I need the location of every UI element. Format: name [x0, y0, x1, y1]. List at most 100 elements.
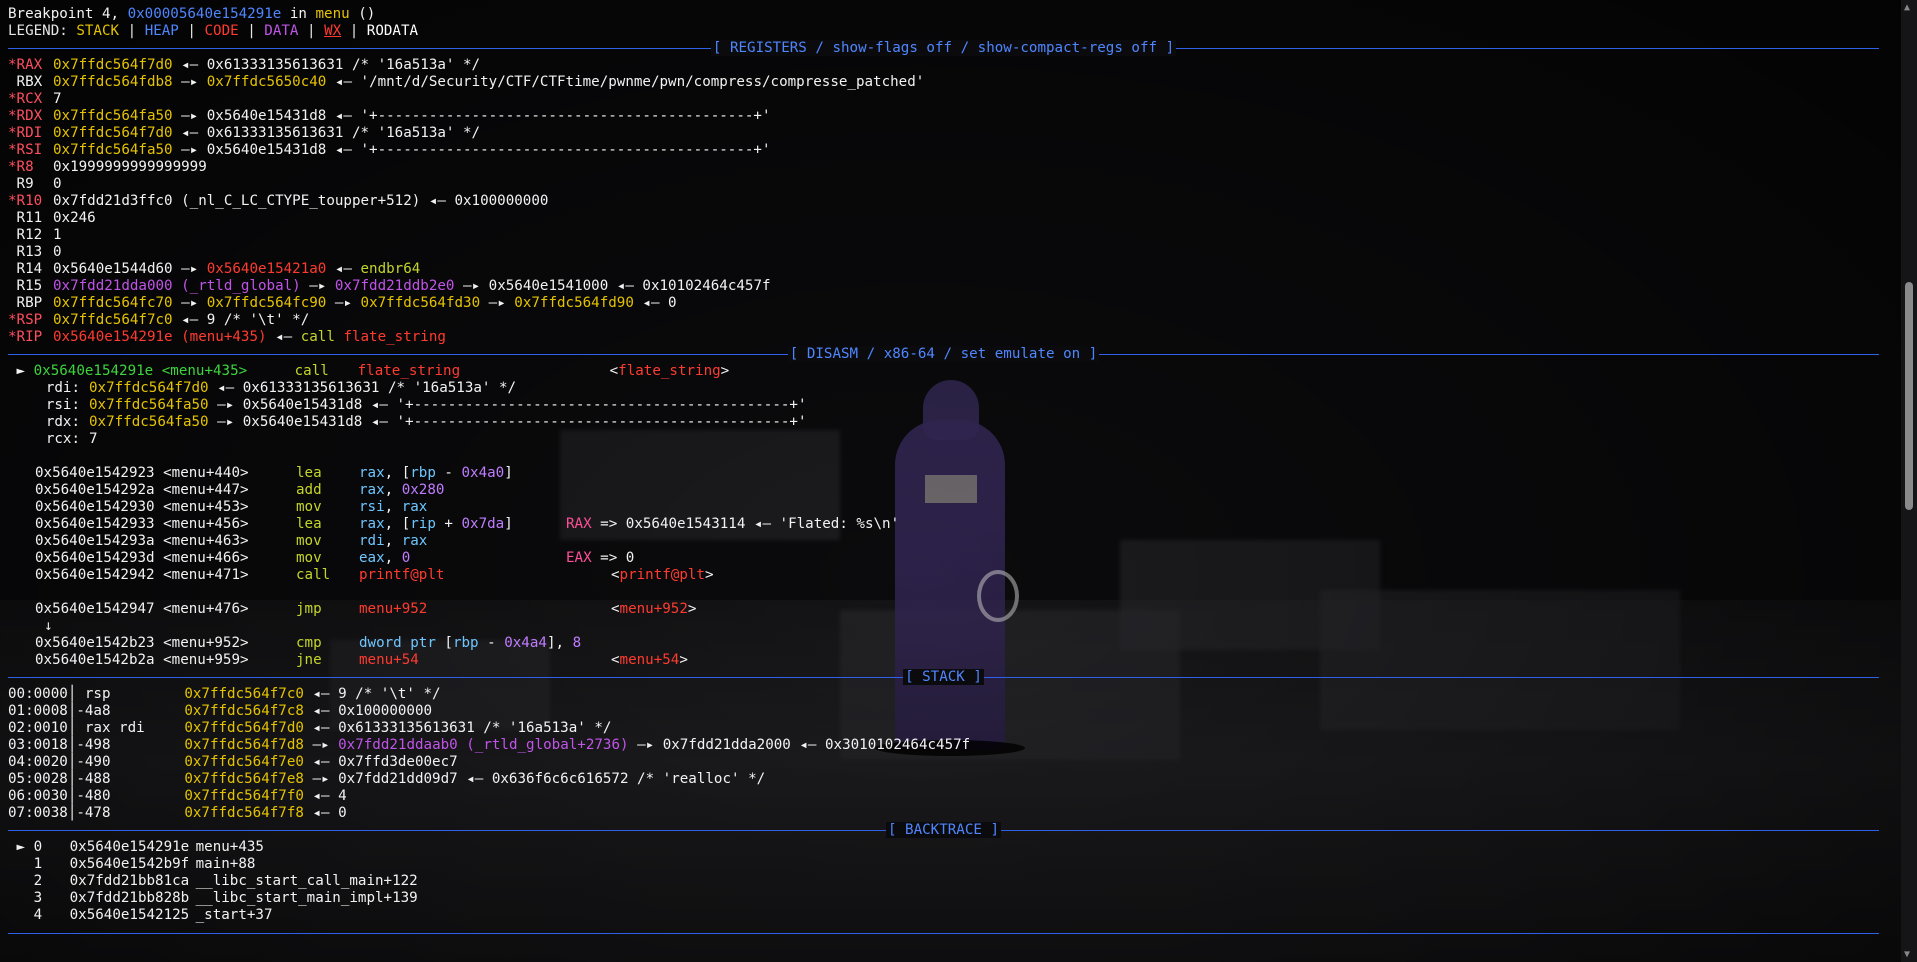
register-changed-mark [8, 227, 17, 243]
register-name: *RDX [8, 108, 53, 125]
stack-address: 0x7ffdc564f7f8 [184, 805, 304, 821]
argument-name: rsi: [45, 397, 80, 413]
value-segment: - [478, 635, 505, 651]
call-target: <printf@plt> [611, 567, 714, 583]
stack-header: [ STACK ] [8, 669, 1917, 686]
instruction-mnemonic: add [296, 482, 322, 498]
register-row-rsi: *RSI 0x7ffdc564fa50 —▸ 0x5640e15431d8 ◂— … [8, 142, 1917, 159]
backtrace-panel: ► 0 0x5640e154291e menu+435 1 0x5640e1542b9… [8, 839, 1917, 924]
legend-line: LEGEND: STACK | HEAP | CODE | DATA | WX … [8, 23, 419, 39]
scrollbar-thumb[interactable] [1905, 282, 1913, 510]
value-segment: 0x7ffdc564fd30 [360, 295, 481, 311]
value-segment: —▸ 0x7fdd21dd09d7 ◂— 0x636f6c6c616572 /*… [303, 771, 766, 787]
stack-address: 0x7ffdc564f7c8 [184, 703, 304, 719]
value-segment: 0 [53, 244, 62, 260]
register-changed-mark: * [8, 329, 17, 345]
value-segment: ] [504, 516, 513, 532]
value-segment: rax [401, 533, 428, 549]
scrollbar[interactable]: ▲ ▼ [1901, 0, 1917, 962]
value-segment: => 0x5640e1543114 ◂— 'Flated: %s\n' [591, 516, 900, 532]
value-segment: ] [504, 465, 513, 481]
register-changed-mark [8, 261, 17, 277]
frame-address: 0x7fdd21bb828b [69, 890, 190, 906]
instruction-address: 0x5640e154291e <menu+435> [33, 363, 248, 379]
disasm-header: [ DISASM / x86-64 / set emulate on ] [8, 346, 1917, 363]
register-row-r9: R9 0 [8, 176, 1917, 193]
value-segment: ◂— 0x61333135613631 /* '16a513a' */ [172, 57, 481, 73]
instruction-address: 0x5640e1542947 <menu+476> [35, 601, 249, 617]
value-segment: flate_string [343, 329, 446, 345]
register-row-rcx: *RCX 7 [8, 91, 1917, 108]
value-segment: ◂— 0x61333135613631 /* '16a513a' */ [208, 380, 517, 396]
instruction-operands: menu+952 [359, 601, 611, 618]
value-segment: 0x280 [401, 482, 445, 498]
instruction-operands: rax, [rbp - 0x4a0] [359, 465, 566, 482]
emulation-note: EAX => 0 [566, 550, 634, 566]
register-row-rsp: *RSP 0x7ffdc564f7c0 ◂— 9 /* '\t' */ [8, 312, 1917, 329]
value-segment: , [384, 550, 402, 566]
call-target-name: printf@plt [619, 567, 705, 583]
frame-number: 3 [33, 890, 43, 906]
value-segment: 0x7ffdc564fd90 [514, 295, 634, 311]
register-label: RBX [16, 74, 43, 90]
register-label: RSP [16, 312, 43, 328]
pwndbg-terminal[interactable]: Breakpoint 4, 0x00005640e154291e in menu… [8, 6, 1917, 924]
value-segment: 0 [401, 550, 411, 566]
value-segment: 0x7ffdc5650c40 [206, 74, 327, 90]
value-segment: ◂— 0 [303, 805, 347, 821]
instruction-operands: dword ptr [rbp - 0x4a4], 8 [359, 635, 581, 652]
register-changed-mark [8, 244, 17, 260]
frame-number: 0 [33, 839, 43, 855]
stack-row: 04:0020│-490 0x7ffdc564f7e0 ◂— 0x7ffd3de… [8, 754, 1917, 771]
value-segment: —▸ 0x5640e1541000 ◂— 0x10102464c457f [454, 278, 771, 294]
register-row-rax: *RAX 0x7ffdc564f7d0 ◂— 0x61333135613631 /… [8, 57, 1917, 74]
value-segment: printf@plt [359, 567, 445, 583]
value-segment: 0x7ffdc564f7d0 [53, 125, 173, 141]
frame-marker [8, 856, 34, 872]
instruction-address: 0x5640e154293d <menu+466> [35, 550, 249, 566]
stack-divider: │ [67, 788, 77, 804]
value-segment: , [ [384, 516, 411, 532]
disasm-instruction: 0x5640e154293d <menu+466> mov eax, 0 EAX =>… [8, 550, 1917, 567]
register-label: R11 [16, 210, 43, 226]
register-name: *RIP [8, 329, 53, 346]
register-name: R11 [8, 210, 53, 227]
register-changed-mark [8, 176, 17, 192]
value-segment: , [384, 482, 402, 498]
registers-header: [ REGISTERS / show-flags off / show-comp… [8, 40, 1917, 57]
call-target-name: flate_string [618, 363, 721, 379]
scroll-up-icon[interactable]: ▲ [1904, 2, 1910, 13]
register-label: RDX [16, 108, 43, 124]
register-name: RBP [8, 295, 53, 312]
register-changed-mark: * [8, 91, 17, 107]
stack-offset: -488 [76, 771, 145, 787]
scroll-down-icon[interactable]: ▼ [1904, 949, 1910, 960]
register-changed-mark: * [8, 142, 17, 158]
value-segment: endbr64 [360, 261, 421, 277]
value-segment: 0x7ffdc564fc90 [206, 295, 327, 311]
register-name: *RSP [8, 312, 53, 329]
register-name: R15 [8, 278, 53, 295]
instruction-address: 0x5640e154293a <menu+463> [35, 533, 249, 549]
value-segment: 0x7ffdc564fc70 [53, 295, 173, 311]
value-segment: 0x7ffdc564f7d0 [89, 380, 209, 396]
stack-index: 03:0018 [8, 737, 68, 753]
register-label: RIP [16, 329, 43, 345]
register-row-r12: R12 1 [8, 227, 1917, 244]
register-changed-mark [8, 210, 17, 226]
call-argument: rdx: 0x7ffdc564fa50 —▸ 0x5640e15431d8 ◂— … [8, 414, 1917, 431]
instruction-mnemonic: jne [296, 652, 322, 668]
disasm-instruction: 0x5640e154292a <menu+447> add rax, 0x280 [8, 482, 1917, 499]
value-segment: 0x7fdd21d3ffc0 (_nl_C_LC_CTYPE_toupper+5… [53, 193, 549, 209]
stack-row: 03:0018│-498 0x7ffdc564f7d8 —▸ 0x7fdd21d… [8, 737, 1917, 754]
value-segment: menu+952 [359, 601, 428, 617]
value-segment: ], [546, 635, 573, 651]
stack-address: 0x7ffdc564f7d0 [184, 720, 304, 736]
call-argument: rdi: 0x7ffdc564f7d0 ◂— 0x61333135613631 /… [8, 380, 1917, 397]
register-changed-mark [8, 295, 17, 311]
register-label: R15 [16, 278, 43, 294]
instruction-operands: rax, 0x280 [359, 482, 566, 499]
stack-row: 01:0008│-4a8 0x7ffdc564f7c8 ◂— 0x1000000… [8, 703, 1917, 720]
instruction-mnemonic: call [296, 567, 331, 583]
disasm-spacer [8, 584, 1917, 601]
